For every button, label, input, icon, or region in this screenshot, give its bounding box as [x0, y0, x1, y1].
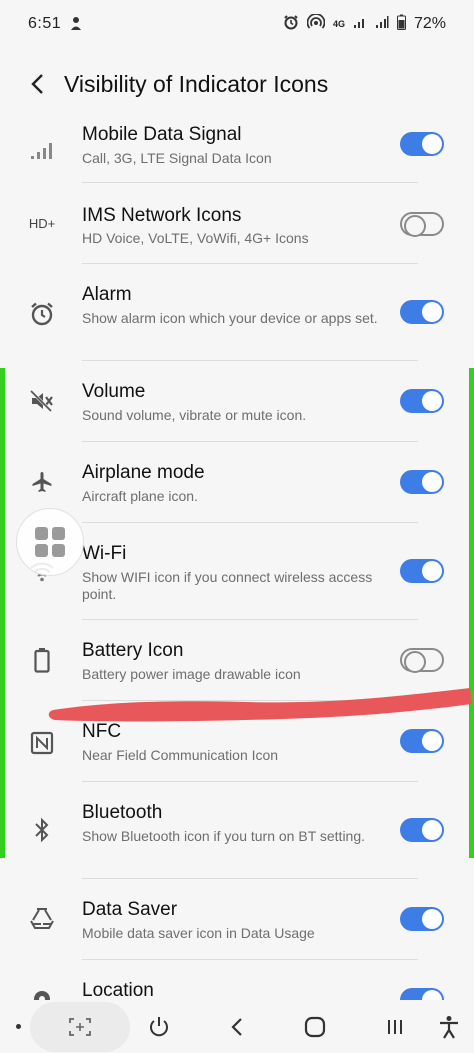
edge-panel-handle-right[interactable] — [469, 368, 474, 858]
list-item-data-saver[interactable]: Data Saver Mobile data saver icon in Dat… — [0, 879, 474, 960]
network-type-label: 4G — [332, 18, 345, 29]
nav-pill-screenshot[interactable] — [30, 1002, 130, 1052]
notification-icon — [69, 15, 83, 34]
item-title: Airplane mode — [82, 462, 205, 483]
power-icon — [150, 1017, 168, 1037]
home-button[interactable] — [300, 1012, 330, 1042]
list-item-ims[interactable]: HD+ IMS Network Icons HD Voice, VoLTE, V… — [0, 183, 474, 264]
toggle-bluetooth[interactable] — [400, 818, 444, 842]
toggle-alarm[interactable] — [400, 300, 444, 324]
toggle-data-saver[interactable] — [400, 907, 444, 931]
home-icon — [304, 1016, 326, 1038]
item-subtitle: Show WIFI icon if you connect wireless a… — [82, 569, 373, 602]
alarm-status-icon — [283, 14, 299, 35]
item-subtitle: Near Field Communication Icon — [82, 747, 279, 763]
item-title: Bluetooth — [82, 802, 163, 823]
recents-button[interactable] — [380, 1012, 410, 1042]
item-subtitle: Aircraft plane icon. — [82, 488, 198, 504]
volume-mute-icon — [24, 383, 60, 419]
list-item-airplane[interactable]: Airplane mode Aircraft plane icon. — [0, 442, 474, 523]
battery-status-icon — [396, 14, 406, 35]
item-title: IMS Network Icons — [82, 205, 242, 226]
item-title: Wi-Fi — [82, 543, 127, 564]
back-arrow-icon — [31, 74, 43, 94]
status-left: 6:51 — [28, 15, 83, 34]
item-title: Volume — [82, 381, 146, 402]
floating-menu-button[interactable] — [16, 508, 84, 576]
accessibility-icon — [440, 1016, 458, 1039]
item-title: Alarm — [82, 284, 132, 305]
toggle-mobile-data[interactable] — [400, 132, 444, 156]
accessibility-button[interactable] — [434, 1012, 464, 1042]
status-bar: 6:51 4G 72% — [0, 0, 474, 48]
location-icon — [24, 984, 60, 1000]
item-subtitle: Show alarm icon which your device or app… — [82, 310, 378, 326]
toggle-nfc[interactable] — [400, 729, 444, 753]
list-item-location[interactable]: Location — [0, 960, 474, 1000]
recents-icon — [388, 1020, 402, 1034]
nav-dot — [16, 1024, 21, 1029]
battery-icon — [24, 642, 60, 678]
list-item-alarm[interactable]: Alarm Show alarm icon which your device … — [0, 264, 474, 361]
edge-panel-indicator-left — [0, 368, 5, 858]
item-title: Location — [82, 980, 154, 1000]
toggle-airplane[interactable] — [400, 470, 444, 494]
item-subtitle: Sound volume, vibrate or mute icon. — [82, 407, 307, 423]
item-subtitle: HD Voice, VoLTE, VoWifi, 4G+ Icons — [82, 230, 309, 246]
toggle-battery[interactable] — [400, 648, 444, 673]
status-time: 6:51 — [28, 15, 62, 32]
capture-icon — [69, 1018, 91, 1036]
item-subtitle: Mobile data saver icon in Data Usage — [82, 925, 315, 941]
signal-status-icon-2 — [375, 15, 389, 34]
hd-plus-icon: HD+ — [28, 215, 56, 231]
power-button[interactable] — [144, 1012, 174, 1042]
data-saver-icon — [24, 901, 60, 937]
list-item-bluetooth[interactable]: Bluetooth Show Bluetooth icon if you tur… — [0, 782, 474, 879]
signal-status-icon — [353, 15, 367, 34]
toggle-ims[interactable] — [400, 212, 444, 237]
list-item-volume[interactable]: Volume Sound volume, vibrate or mute ico… — [0, 361, 474, 442]
item-subtitle: Call, 3G, LTE Signal Data Icon — [82, 150, 272, 166]
signal-icon — [24, 132, 60, 168]
red-scribble-annotation — [48, 688, 473, 722]
alarm-icon — [24, 296, 60, 332]
airplane-icon — [24, 464, 60, 500]
item-title: Battery Icon — [82, 640, 184, 661]
item-title: Mobile Data Signal — [82, 124, 242, 145]
page-title: Visibility of Indicator Icons — [64, 70, 329, 97]
list-item-mobile-data[interactable]: Mobile Data Signal Call, 3G, LTE Signal … — [0, 120, 474, 183]
grid-icon — [35, 527, 65, 557]
item-subtitle: Show Bluetooth icon if you turn on BT se… — [82, 828, 366, 844]
toggle-wifi[interactable] — [400, 559, 444, 583]
hotspot-status-icon — [306, 12, 326, 35]
status-right: 4G 72% — [283, 12, 446, 35]
navigation-bar — [0, 1000, 474, 1053]
nav-back-icon — [231, 1018, 242, 1036]
toggle-location[interactable] — [400, 988, 444, 1000]
battery-percent: 72% — [413, 15, 446, 32]
nfc-icon — [24, 725, 60, 761]
item-title: Data Saver — [82, 899, 178, 920]
bluetooth-icon — [24, 812, 60, 848]
back-button[interactable] — [16, 62, 60, 106]
nav-back-button[interactable] — [222, 1012, 252, 1042]
app-header: Visibility of Indicator Icons — [0, 48, 474, 120]
toggle-volume[interactable] — [400, 389, 444, 413]
